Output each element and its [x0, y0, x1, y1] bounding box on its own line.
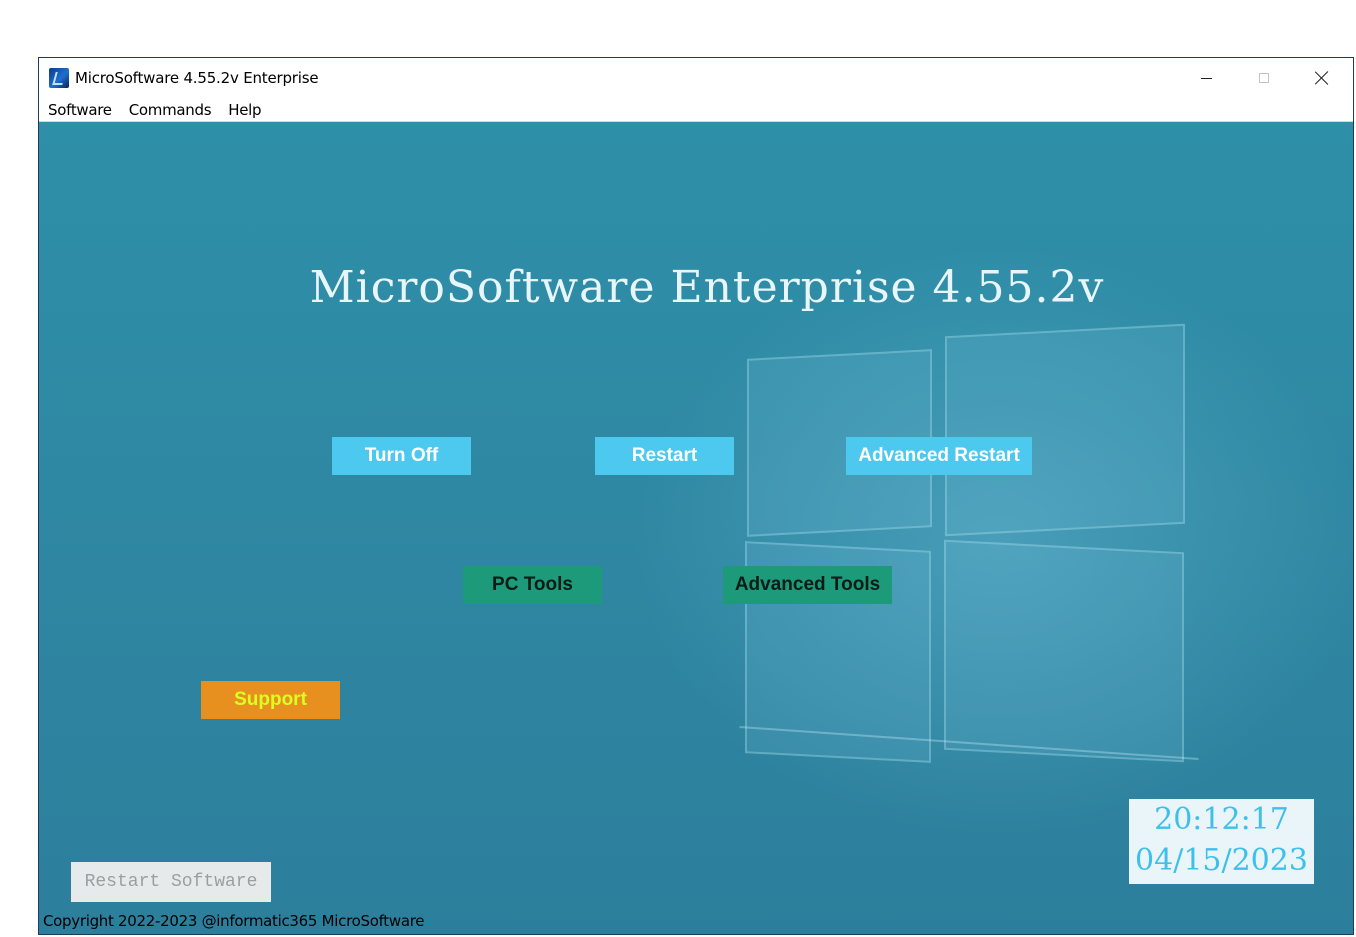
logo-pane-top-right [945, 323, 1185, 537]
menu-help[interactable]: Help [219, 101, 269, 119]
close-icon [1315, 71, 1329, 85]
restart-software-button[interactable]: Restart Software [71, 862, 271, 902]
menu-software[interactable]: Software [39, 101, 120, 119]
logo-pane-bottom-right [944, 539, 1184, 763]
app-window: MicroSoftware 4.55.2v Enterprise Softwar… [38, 57, 1354, 935]
page-title: MicroSoftware Enterprise 4.55.2v [309, 262, 1105, 313]
minimize-icon [1200, 77, 1212, 79]
copyright-text: Copyright 2022-2023 @informatic365 Micro… [43, 912, 425, 930]
clock-time: 20:12:17 [1154, 802, 1289, 837]
maximize-icon [1259, 73, 1269, 83]
turn-off-button[interactable]: Turn Off [332, 437, 471, 475]
clock-display: 20:12:17 04/15/2023 [1129, 799, 1314, 884]
restart-button[interactable]: Restart [595, 437, 734, 475]
close-button[interactable] [1293, 58, 1351, 98]
advanced-restart-button[interactable]: Advanced Restart [846, 437, 1032, 475]
advanced-tools-button[interactable]: Advanced Tools [723, 566, 892, 604]
minimize-button[interactable] [1177, 58, 1235, 98]
pc-tools-button[interactable]: PC Tools [463, 566, 602, 604]
maximize-button[interactable] [1235, 58, 1293, 98]
title-bar[interactable]: MicroSoftware 4.55.2v Enterprise [39, 58, 1353, 98]
clock-date: 04/15/2023 [1135, 843, 1308, 878]
main-panel: MicroSoftware Enterprise 4.55.2v Turn Of… [39, 122, 1353, 934]
menu-bar: Software Commands Help [39, 98, 1353, 122]
window-title: MicroSoftware 4.55.2v Enterprise [75, 69, 319, 87]
microsoftware-app-icon [49, 68, 69, 88]
menu-commands[interactable]: Commands [120, 101, 220, 119]
support-button[interactable]: Support [201, 681, 340, 719]
